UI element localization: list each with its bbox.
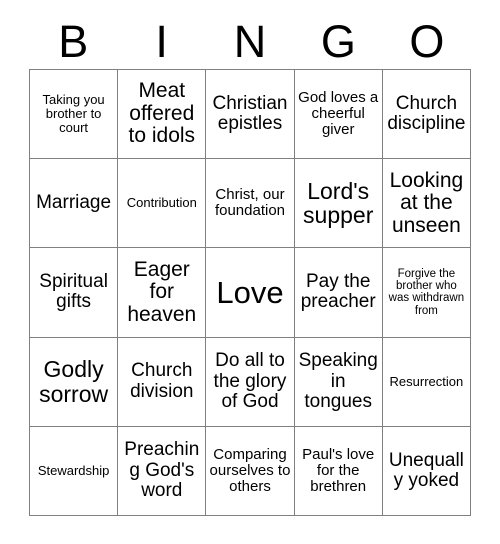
bingo-cell-r3c3[interactable]: Love — [206, 248, 295, 338]
bingo-cell-label: Meat offered to idols — [128, 79, 196, 148]
bingo-cell-label: Comparing ourselves to others — [209, 445, 291, 495]
bingo-cell-r2c4[interactable]: Lord's supper — [294, 159, 383, 249]
bingo-cell-label: Lord's supper — [303, 177, 374, 229]
bingo-cell-label: Christ, our foundation — [214, 186, 286, 220]
bingo-cell-r4c1[interactable]: Godly sorrow — [30, 337, 119, 427]
bingo-cell-r3c1[interactable]: Spiritual gifts — [30, 248, 119, 338]
bingo-cell-r1c1[interactable]: Taking you brother to court — [30, 70, 119, 160]
bingo-cell-r5c3[interactable]: Comparing ourselves to others — [206, 426, 295, 516]
bingo-header-letter-b: B — [58, 16, 89, 67]
bingo-cell-r2c5[interactable]: Looking at the unseen — [382, 159, 471, 249]
bingo-cell-label: Forgive the brother who was withdrawn fr… — [388, 267, 465, 317]
bingo-cell-label: Love — [216, 274, 284, 310]
bingo-cell-r4c4[interactable]: Speaking in tongues — [294, 337, 383, 427]
bingo-cell-label: God loves a cheerful giver — [298, 89, 379, 139]
bingo-cell-label: Spiritual gifts — [39, 271, 108, 313]
bingo-cell-label: Unequally yoked — [388, 449, 464, 491]
bingo-cell-label: Speaking in tongues — [298, 350, 378, 412]
bingo-cell-r1c2[interactable]: Meat offered to idols — [118, 70, 207, 160]
bingo-cell-label: Pay the preacher — [300, 271, 376, 313]
bingo-cell-label: Christian epistles — [212, 92, 288, 135]
bingo-cell-label: Resurrection — [389, 373, 464, 389]
bingo-cell-r4c2[interactable]: Church division — [118, 337, 207, 427]
bingo-header-letters: BINGO — [29, 14, 471, 69]
bingo-cell-label: Marriage — [36, 192, 112, 214]
bingo-cell-r1c5[interactable]: Church discipline — [382, 70, 471, 160]
bingo-cell-r2c3[interactable]: Christ, our foundation — [206, 159, 295, 249]
bingo-cell-label: Taking you brother to court — [42, 92, 105, 136]
bingo-cell-r1c3[interactable]: Christian epistles — [206, 70, 295, 160]
bingo-cell-label: Preaching God's word — [124, 439, 200, 502]
bingo-cell-r5c2[interactable]: Preaching God's word — [118, 426, 207, 516]
bingo-cell-label: Stewardship — [37, 462, 110, 478]
bingo-cell-label: Paul's love for the brethren — [302, 445, 375, 495]
bingo-grid: Taking you brother to court Meat offered … — [29, 69, 471, 516]
bingo-cell-r3c4[interactable]: Pay the preacher — [294, 248, 383, 338]
bingo-cell-r5c5[interactable]: Unequally yoked — [382, 426, 471, 516]
bingo-cell-r5c1[interactable]: Stewardship — [30, 426, 119, 516]
bingo-card: B I N G O Taking you brother to court Meat of… — [0, 0, 500, 544]
bingo-cell-r2c1[interactable]: Marriage — [30, 159, 119, 249]
bingo-header-letter-i: I — [155, 16, 168, 67]
bingo-cell-label: Do all to the glory of God — [213, 350, 287, 412]
bingo-cell-label: Contribution — [126, 195, 197, 211]
bingo-cell-r2c2[interactable]: Contribution — [118, 159, 207, 249]
bingo-cell-r3c2[interactable]: Eager for heaven — [118, 248, 207, 338]
bingo-header-letter-g: G — [320, 16, 356, 67]
bingo-cell-r4c3[interactable]: Do all to the glory of God — [206, 337, 295, 427]
bingo-header-letter-n: N — [233, 16, 267, 67]
bingo-cell-label: Eager for heaven — [127, 257, 197, 326]
bingo-cell-label: Church division — [130, 360, 194, 402]
bingo-cell-r4c5[interactable]: Resurrection — [382, 337, 471, 427]
bingo-cell-label: Godly sorrow — [39, 356, 109, 407]
bingo-header-letter-o: O — [409, 16, 445, 67]
bingo-cell-r3c5[interactable]: Forgive the brother who was withdrawn fr… — [382, 248, 471, 338]
bingo-cell-label: Looking at the unseen — [389, 168, 464, 237]
bingo-cell-r1c4[interactable]: God loves a cheerful giver — [294, 70, 383, 160]
bingo-cell-r5c4[interactable]: Paul's love for the brethren — [294, 426, 383, 516]
bingo-cell-label: Church discipline — [387, 92, 466, 135]
